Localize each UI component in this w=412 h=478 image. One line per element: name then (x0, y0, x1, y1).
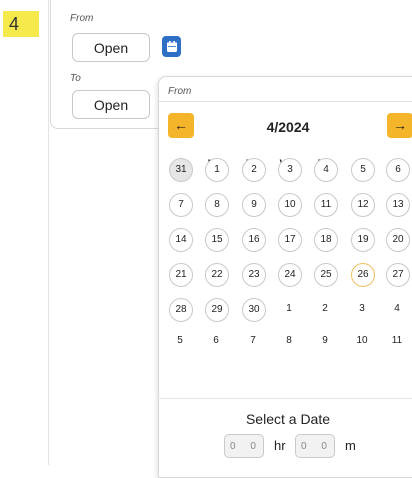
calendar-icon (166, 41, 177, 52)
calendar-day[interactable]: 12 (351, 193, 375, 217)
calendar-day: 6 (213, 335, 219, 346)
calendar-day: 9 (322, 335, 328, 346)
calendar-day: 4 (394, 303, 400, 314)
calendar-day: 10 (356, 335, 368, 346)
calendar-day[interactable]: 17 (278, 228, 302, 252)
calendar-day[interactable]: 14 (169, 228, 193, 252)
left-divider (48, 0, 49, 465)
step-number-badge: 4 (3, 11, 39, 37)
calendar-day[interactable]: 18 (314, 228, 338, 252)
picker-from-label: From (168, 86, 192, 97)
calendar-day[interactable]: 19 (351, 228, 375, 252)
calendar-day: 8 (286, 335, 292, 346)
calendar-day: 2 (322, 303, 328, 314)
calendar-day[interactable]: 10 (278, 193, 302, 217)
calendar-day: 5 (177, 335, 183, 346)
calendar-day: 3 (359, 303, 365, 314)
to-open-button[interactable]: Open (72, 90, 150, 119)
calendar-day[interactable]: 26 (351, 263, 375, 287)
calendar-day[interactable]: 20 (386, 228, 410, 252)
select-date-label: Select a Date (245, 411, 331, 427)
calendar-day[interactable]: 31 (169, 158, 193, 182)
calendar-day[interactable]: 8 (205, 193, 229, 217)
calendar-day[interactable]: 22 (205, 263, 229, 287)
to-label: To (70, 73, 81, 84)
hour-input[interactable]: 0 0 (224, 434, 264, 458)
calendar-day[interactable]: 25 (314, 263, 338, 287)
calendar-day[interactable]: 21 (169, 263, 193, 287)
calendar-day[interactable]: 9 (242, 193, 266, 217)
calendar-day[interactable]: 23 (242, 263, 266, 287)
picker-footer-divider (158, 398, 412, 399)
calendar-day[interactable]: 16 (242, 228, 266, 252)
picker-header-divider (159, 101, 412, 102)
calendar-day[interactable]: 24 (278, 263, 302, 287)
calendar-day[interactable]: 11 (314, 193, 338, 217)
calendar-day: 1 (286, 303, 292, 314)
next-month-button[interactable]: → (387, 113, 412, 138)
calendar-day[interactable]: 30 (242, 298, 266, 322)
calendar-day[interactable]: 27 (386, 263, 410, 287)
calendar-day: 11 (391, 335, 403, 346)
calendar-day[interactable]: 7 (169, 193, 193, 217)
arrow-right-icon: → (393, 117, 407, 133)
minute-unit-label: m (345, 438, 356, 453)
calendar-day[interactable]: 6 (386, 158, 410, 182)
calendar-day[interactable]: 1 (205, 158, 229, 182)
calendar-day[interactable]: 29 (205, 298, 229, 322)
calendar-button[interactable] (162, 36, 181, 57)
calendar-day[interactable]: 3 (278, 158, 302, 182)
hour-unit-label: hr (274, 438, 286, 453)
calendar-day[interactable]: 4 (314, 158, 338, 182)
calendar-day[interactable]: 13 (386, 193, 410, 217)
calendar-day[interactable]: 15 (205, 228, 229, 252)
calendar-day[interactable]: 2 (242, 158, 266, 182)
calendar-day[interactable]: 28 (169, 298, 193, 322)
calendar-day[interactable]: 5 (351, 158, 375, 182)
month-title: 4/2024 (266, 119, 310, 135)
calendar-day: 7 (250, 335, 256, 346)
from-open-button[interactable]: Open (72, 33, 150, 62)
minute-input[interactable]: 0 0 (295, 434, 335, 458)
from-label: From (70, 13, 94, 24)
